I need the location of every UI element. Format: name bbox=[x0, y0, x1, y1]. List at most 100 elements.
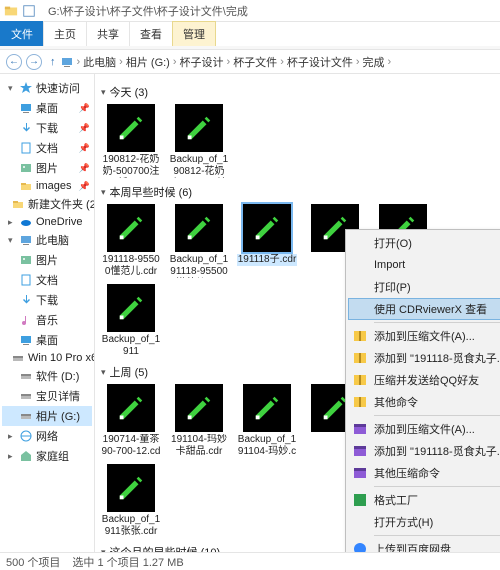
crumb[interactable]: 完成 bbox=[363, 54, 385, 70]
window-path: G:\杯子设计\杯子文件\杯子设计文件\完成 bbox=[42, 1, 254, 21]
file-name: 191118子.cdr bbox=[237, 254, 297, 266]
crumb[interactable]: 此电脑 bbox=[83, 54, 116, 70]
tree-label: 桌面 bbox=[36, 100, 58, 116]
menu-item[interactable]: 格式工厂▶ bbox=[348, 489, 500, 511]
tree-item[interactable]: 相片 (G:) bbox=[2, 406, 92, 426]
net-icon bbox=[20, 430, 32, 442]
bd-icon bbox=[352, 541, 368, 552]
menu-item[interactable]: 添加到压缩文件(A)... bbox=[348, 325, 500, 347]
menu-item[interactable]: 打印(P) bbox=[348, 276, 500, 298]
context-menu[interactable]: 打开(O) Import 打印(P) 使用 CDRviewerX 查看添加到压缩文件(… bbox=[345, 229, 500, 552]
file-name: 190812-花奶奶-500700注纸.cdr bbox=[101, 154, 161, 178]
file-grid[interactable]: 今天 (3) 190812-花奶奶-500700注纸.cdr Backup_of_1… bbox=[95, 74, 500, 552]
file-item[interactable]: 190714-童茶90-700-12.cdr bbox=[101, 384, 161, 458]
group-grid: 190812-花奶奶-500700注纸.cdr Backup_of_190812-… bbox=[101, 104, 494, 178]
menu-item[interactable]: 添加到 "191118-觅食丸子.zip"(T) bbox=[348, 347, 500, 369]
group-header[interactable]: 本周早些时候 (6) bbox=[101, 184, 494, 200]
file-item[interactable]: Backup_of_1911 bbox=[101, 284, 161, 358]
tree-label: 家庭组 bbox=[36, 448, 69, 464]
file-item[interactable]: 191118子.cdr bbox=[237, 204, 297, 278]
menu-item[interactable]: 添加到 "191118-觅食丸子.zip" (T) bbox=[348, 440, 500, 462]
tree-item[interactable]: ▾此电脑 bbox=[2, 230, 92, 250]
tree-label: 图片 bbox=[36, 160, 58, 176]
tab-home[interactable]: 主页 bbox=[43, 21, 87, 46]
tree-item[interactable]: ▸家庭组 bbox=[2, 446, 92, 466]
qat bbox=[4, 4, 36, 18]
download-icon bbox=[20, 294, 32, 306]
tree-item[interactable]: 桌面 bbox=[2, 330, 92, 350]
tree-label: 此电脑 bbox=[36, 232, 69, 248]
menu-separator bbox=[374, 415, 500, 416]
file-item[interactable]: 191104-玛妙卡甜品.cdr bbox=[169, 384, 229, 458]
tree-item[interactable]: 文档📌 bbox=[2, 138, 92, 158]
cdr-thumb bbox=[107, 384, 155, 432]
tab-file[interactable]: 文件 bbox=[0, 21, 44, 46]
menu-label: 格式工厂 bbox=[374, 492, 418, 508]
menu-label: 打印(P) bbox=[374, 279, 411, 295]
tree-item[interactable]: 宝贝详情 bbox=[2, 386, 92, 406]
tree-item[interactable]: 音乐 bbox=[2, 310, 92, 330]
tree-item[interactable]: ▸OneDrive bbox=[2, 214, 92, 230]
tree-item[interactable]: 新建文件夹 (2)📌 bbox=[2, 194, 92, 214]
tab-manage[interactable]: 管理 bbox=[172, 21, 216, 46]
file-item[interactable]: 190812-花奶奶-500700注纸.cdr bbox=[101, 104, 161, 178]
tree-label: 音乐 bbox=[36, 312, 58, 328]
home-icon bbox=[20, 450, 32, 462]
drive-icon bbox=[20, 370, 32, 382]
cdr-thumb bbox=[175, 104, 223, 152]
status-sel: 选中 1 个项目 1.27 MB bbox=[72, 554, 183, 570]
crumb[interactable]: 相片 (G:) bbox=[126, 54, 170, 70]
props-icon[interactable] bbox=[22, 4, 36, 18]
back-button[interactable]: ← bbox=[6, 54, 22, 70]
title-bar: G:\杯子设计\杯子文件\杯子设计文件\完成 bbox=[0, 0, 500, 22]
file-item[interactable]: 191118-95500懂范儿.cdr bbox=[101, 204, 161, 278]
tab-share[interactable]: 共享 bbox=[86, 21, 130, 46]
tree-label: 软件 (D:) bbox=[36, 368, 79, 384]
tree-label: 文档 bbox=[36, 140, 58, 156]
tree-item[interactable]: 桌面📌 bbox=[2, 98, 92, 118]
menu-item[interactable]: 使用 CDRviewerX 查看 bbox=[348, 298, 500, 320]
file-item[interactable]: Backup_of_191118-95500懂范儿.cdr bbox=[169, 204, 229, 278]
menu-label: Import bbox=[374, 259, 405, 271]
up-icon[interactable]: ↑ bbox=[50, 56, 56, 68]
tree-item[interactable]: 图片 bbox=[2, 250, 92, 270]
breadcrumb[interactable]: ← → ↑ ›此电脑 ›相片 (G:) ›杯子设计 ›杯子文件 ›杯子设计文件 … bbox=[0, 50, 500, 74]
tree-item[interactable]: ▸网络 bbox=[2, 426, 92, 446]
menu-item[interactable]: 上传到百度网盘 bbox=[348, 538, 500, 552]
file-item[interactable]: Backup_of_1911张张.cdr bbox=[101, 464, 161, 538]
crumb[interactable]: 杯子设计文件 bbox=[287, 54, 353, 70]
menu-label: 上传到百度网盘 bbox=[374, 541, 451, 552]
zip-icon bbox=[352, 372, 368, 388]
pic-icon bbox=[20, 162, 32, 174]
crumb[interactable]: 杯子文件 bbox=[233, 54, 277, 70]
menu-item[interactable]: Import bbox=[348, 254, 500, 276]
tab-view[interactable]: 查看 bbox=[129, 21, 173, 46]
tree-item[interactable]: 软件 (D:) bbox=[2, 366, 92, 386]
folder-icon bbox=[20, 180, 32, 192]
tree-item[interactable]: Win 10 Pro x64 (C bbox=[2, 350, 92, 366]
menu-item[interactable]: 打开(O) bbox=[348, 232, 500, 254]
menu-item[interactable]: 其他压缩命令▶ bbox=[348, 462, 500, 484]
tree-item[interactable]: 图片📌 bbox=[2, 158, 92, 178]
file-item[interactable]: Backup_of_190812-花奶咖-500700注纸.cdr bbox=[169, 104, 229, 178]
menu-item[interactable]: 添加到压缩文件(A)... bbox=[348, 418, 500, 440]
menu-item[interactable]: 打开方式(H)▶ bbox=[348, 511, 500, 533]
crumb[interactable]: 杯子设计 bbox=[180, 54, 224, 70]
menu-item[interactable]: 其他命令▶ bbox=[348, 391, 500, 413]
drive-icon bbox=[20, 390, 32, 402]
tree-item[interactable]: 下载📌 bbox=[2, 118, 92, 138]
tree-item[interactable]: 下载 bbox=[2, 290, 92, 310]
menu-item[interactable]: 压缩并发送给QQ好友 bbox=[348, 369, 500, 391]
tree-item[interactable]: 文档 bbox=[2, 270, 92, 290]
file-name: Backup_of_190812-花奶咖-500700注纸.cdr bbox=[169, 154, 229, 178]
file-item[interactable]: Backup_of_191104-玛妙.cdr bbox=[237, 384, 297, 458]
pc-icon bbox=[20, 234, 32, 246]
folder-icon bbox=[12, 198, 24, 210]
ff-icon bbox=[352, 492, 368, 508]
nav-tree[interactable]: ▾快速访问桌面📌下载📌文档📌图片📌images📌新建文件夹 (2)📌▸OneDr… bbox=[0, 74, 95, 552]
group-header[interactable]: 今天 (3) bbox=[101, 84, 494, 100]
fwd-button[interactable]: → bbox=[26, 54, 42, 70]
tree-item[interactable]: ▾快速访问 bbox=[2, 78, 92, 98]
tree-item[interactable]: images📌 bbox=[2, 178, 92, 194]
tree-label: 图片 bbox=[36, 252, 58, 268]
